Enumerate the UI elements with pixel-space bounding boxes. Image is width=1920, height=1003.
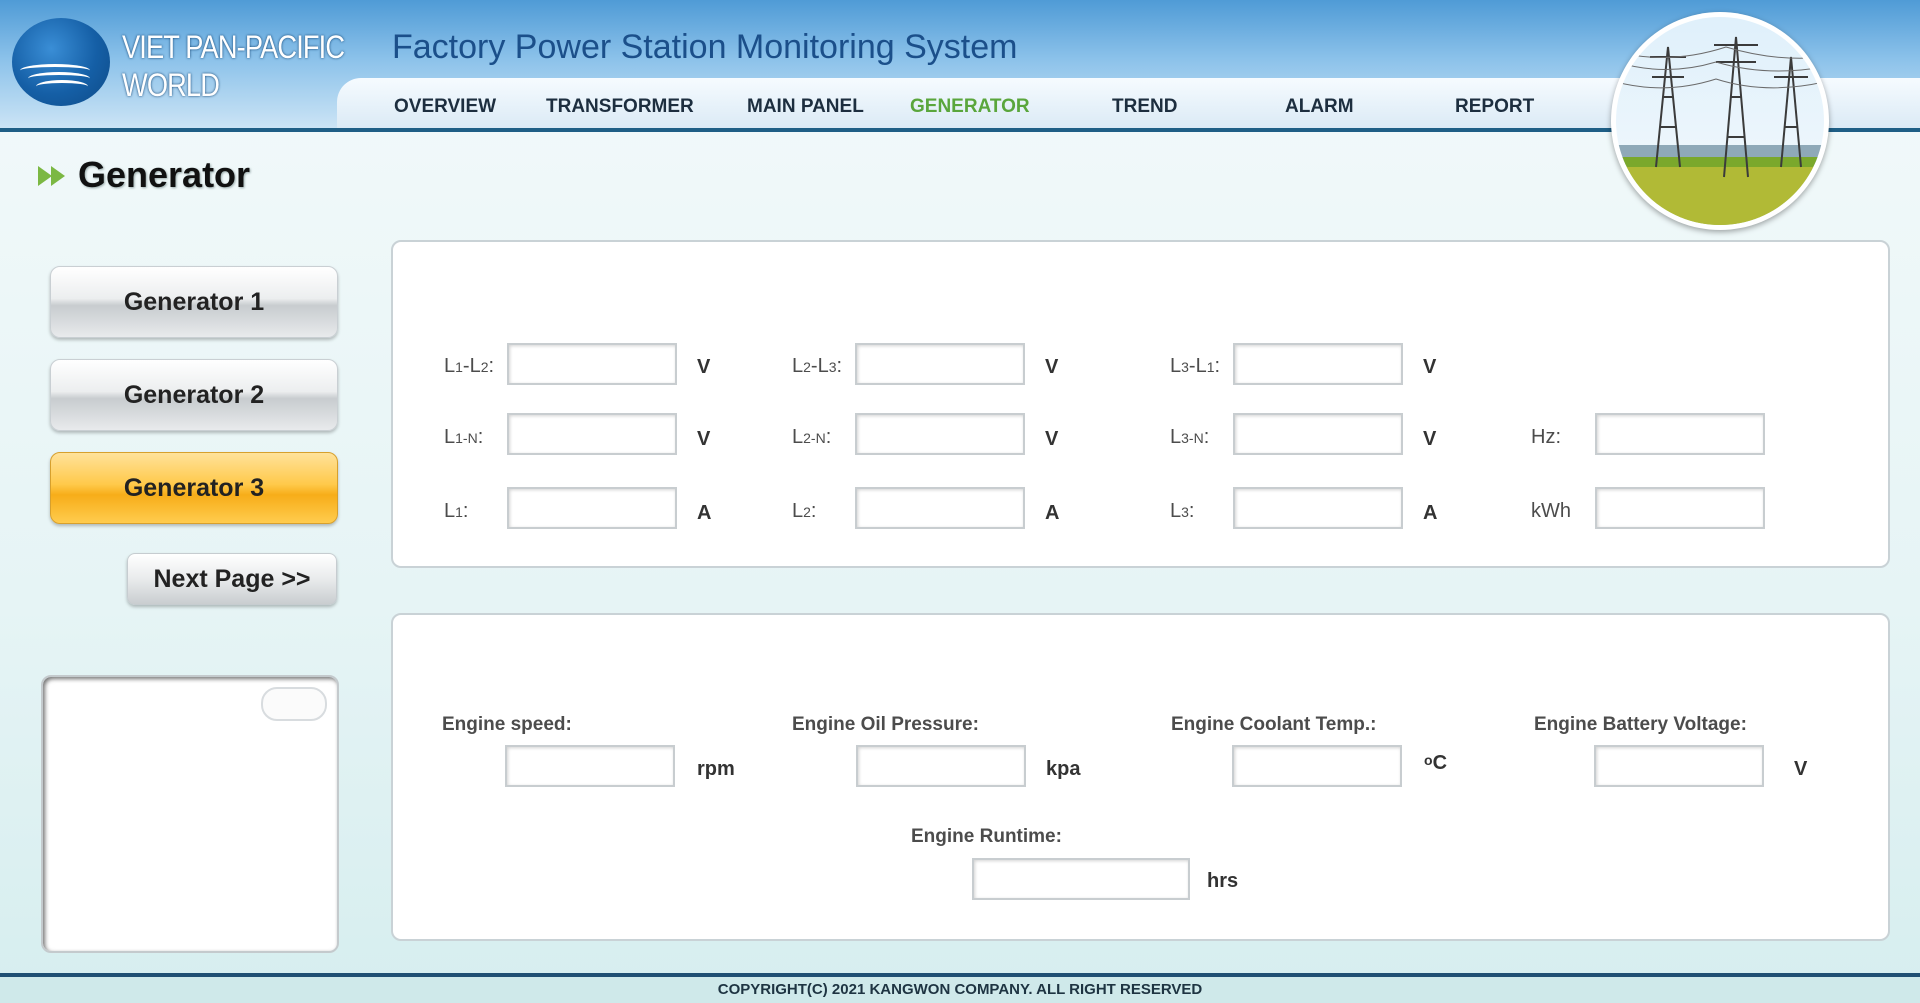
generator-3-button[interactable]: Generator 3 [50,452,338,524]
page-title: Generator [78,154,251,195]
l3-l1-voltage-field[interactable] [1233,343,1403,385]
generator-2-button[interactable]: Generator 2 [50,359,338,431]
l3-current-unit: A [1423,502,1438,524]
l1-current-field[interactable] [507,487,677,529]
preview-panel [41,675,339,953]
engine-coolant-temp-label: Engine Coolant Temp.: [1171,714,1377,735]
l2-n-unit: V [1045,428,1059,450]
engine-coolant-temp-unit: oC [1424,752,1448,774]
l1-l2-label: L1-L2: [444,355,495,377]
engine-coolant-temp-field[interactable] [1232,745,1402,787]
engine-oil-pressure-field[interactable] [856,745,1026,787]
footer-copyright: COPYRIGHT(C) 2021 KANGWON COMPANY. ALL R… [0,977,1920,1003]
l3-current-field[interactable] [1233,487,1403,529]
hz-label: Hz: [1531,426,1561,448]
engine-speed-label: Engine speed: [442,714,572,735]
l2-n-label: L2-N: [792,426,832,448]
frequency-field[interactable] [1595,413,1765,455]
l3-n-voltage-field[interactable] [1233,413,1403,455]
l2-l3-voltage-field[interactable] [855,343,1025,385]
l2-current-field[interactable] [855,487,1025,529]
engine-runtime-field[interactable] [972,858,1190,900]
l2-l3-label: L2-L3: [792,355,843,377]
l2-n-voltage-field[interactable] [855,413,1025,455]
engine-oil-pressure-unit: kpa [1046,758,1081,780]
l1-current-unit: A [697,502,712,524]
l1-l2-voltage-field[interactable] [507,343,677,385]
engine-battery-voltage-label: Engine Battery Voltage: [1534,714,1747,735]
l3-current-label: L3: [1170,500,1195,522]
nav-trend[interactable]: TREND [1112,96,1177,118]
l2-l3-unit: V [1045,356,1059,378]
energy-field[interactable] [1595,487,1765,529]
engine-battery-voltage-unit: V [1794,758,1808,780]
kwh-label: kWh [1531,500,1571,522]
nav-transformer[interactable]: TRANSFORMER [546,96,694,118]
l3-l1-label: L3-L1: [1170,355,1221,377]
l1-n-voltage-field[interactable] [507,413,677,455]
nav-report[interactable]: REPORT [1455,96,1534,118]
l3-n-label: L3-N: [1170,426,1210,448]
engine-oil-pressure-label: Engine Oil Pressure: [792,714,979,735]
nav-alarm[interactable]: ALARM [1285,96,1354,118]
nav-generator[interactable]: GENERATOR [910,96,1030,118]
l1-n-unit: V [697,428,711,450]
l1-l2-unit: V [697,356,711,378]
engine-runtime-label: Engine Runtime: [911,826,1062,847]
next-page-button[interactable]: Next Page >> [127,553,337,605]
l3-n-unit: V [1423,428,1437,450]
l1-current-label: L1: [444,500,469,522]
engine-speed-unit: rpm [697,758,735,780]
l2-current-label: L2: [792,500,817,522]
power-tower-image [1611,12,1829,230]
company-logo-icon [12,18,110,106]
engine-runtime-unit: hrs [1207,870,1239,892]
generator-1-button[interactable]: Generator 1 [50,266,338,338]
l2-current-unit: A [1045,502,1060,524]
l3-l1-unit: V [1423,356,1437,378]
nav-overview[interactable]: OVERVIEW [394,96,496,118]
double-arrow-icon [38,166,65,186]
preview-toggle[interactable] [261,687,327,721]
company-logo-text: VIET PAN-PACIFIC WORLD [122,29,345,103]
nav-main-panel[interactable]: MAIN PANEL [747,96,864,118]
engine-battery-voltage-field[interactable] [1594,745,1764,787]
l1-n-label: L1-N: [444,426,484,448]
app-title: Factory Power Station Monitoring System [392,28,1018,66]
engine-speed-field[interactable] [505,745,675,787]
